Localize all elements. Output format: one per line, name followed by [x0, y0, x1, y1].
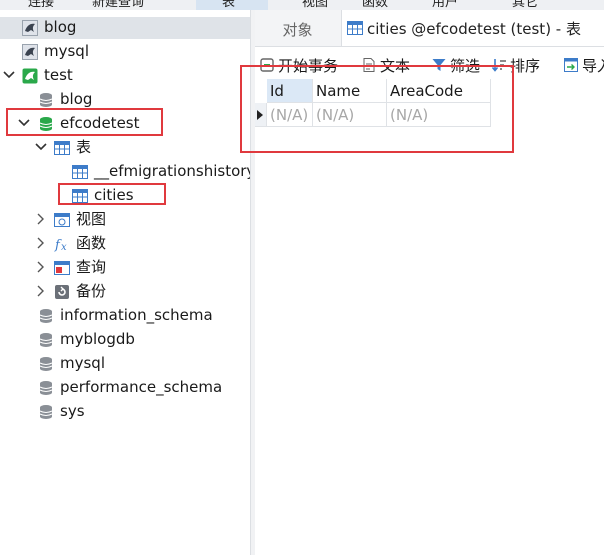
chevron-right-icon[interactable]: [34, 279, 48, 303]
tree-label: performance_schema: [60, 378, 223, 396]
menu-function[interactable]: 函数: [362, 0, 388, 10]
tree-db-sys[interactable]: sys: [38, 399, 85, 423]
tree-label: 查询: [76, 258, 107, 276]
database-icon: [38, 403, 54, 419]
tree-label: 函数: [76, 234, 107, 252]
menu-view[interactable]: 视图: [302, 0, 328, 10]
dolphin-icon: [22, 43, 38, 60]
tree-table-efmigrationshistory[interactable]: __efmigrationshistory: [72, 159, 255, 183]
tree-conn-mysql[interactable]: mysql: [22, 39, 89, 63]
annotation-box-grid: [240, 65, 514, 153]
tree-db-mysql[interactable]: mysql: [38, 351, 105, 375]
dolphin-green-icon: [22, 67, 38, 84]
database-icon: [38, 307, 54, 323]
import-icon: [563, 57, 579, 73]
query-icon: [54, 259, 70, 275]
tree-label: 备份: [76, 282, 107, 300]
top-menu-bar: 连接 新建查询 表 视图 函数 用户 其它: [0, 0, 604, 10]
tree-db-myblogdb[interactable]: myblogdb: [38, 327, 135, 351]
table-icon: [54, 139, 70, 155]
chevron-down-icon[interactable]: [2, 63, 16, 87]
svg-text:x: x: [61, 242, 67, 252]
tree-label: information_schema: [60, 306, 213, 324]
tree-folder-functions[interactable]: fx 函数: [54, 231, 106, 255]
tree-label: mysql: [44, 42, 89, 60]
tab-objects[interactable]: 对象: [255, 10, 340, 46]
tree-db-performance-schema[interactable]: performance_schema: [38, 375, 222, 399]
chevron-down-icon[interactable]: [34, 135, 48, 159]
tree-label: 视图: [76, 210, 107, 228]
tree-db-information-schema[interactable]: information_schema: [38, 303, 213, 327]
backup-icon: [54, 283, 70, 299]
tab-title: cities @efcodetest (test) - 表: [367, 19, 581, 38]
tree-label: sys: [60, 402, 85, 420]
tab-bar: 对象 cities @efcodetest (test) - 表: [255, 10, 604, 47]
dolphin-icon: [22, 19, 38, 36]
function-icon: fx: [54, 235, 70, 253]
tree-label: __efmigrationshistory: [94, 162, 256, 180]
annotation-box-cities: [58, 183, 166, 205]
menu-user[interactable]: 用户: [432, 0, 458, 10]
tab-cities-table[interactable]: cities @efcodetest (test) - 表: [341, 10, 604, 46]
tree-label: test: [44, 66, 73, 84]
tree-folder-backups[interactable]: 备份: [54, 279, 106, 303]
database-icon: [38, 379, 54, 395]
tree-label: 表: [76, 138, 92, 156]
menu-connect[interactable]: 连接: [28, 0, 54, 10]
tree-folder-views[interactable]: 视图: [54, 207, 106, 231]
table-icon: [72, 163, 88, 179]
view-icon: [54, 211, 70, 227]
import-button[interactable]: 导入: [563, 52, 604, 78]
tree-label: myblogdb: [60, 330, 135, 348]
chevron-right-icon[interactable]: [34, 255, 48, 279]
tree-folder-queries[interactable]: 查询: [54, 255, 106, 279]
database-icon: [38, 355, 54, 371]
navigation-tree: blog mysql test blog efcodetest 表 __efmi…: [0, 10, 255, 555]
tree-label: blog: [44, 18, 77, 36]
tree-conn-test[interactable]: test: [22, 63, 73, 87]
database-icon: [38, 91, 54, 107]
chevron-right-icon[interactable]: [34, 231, 48, 255]
menu-new-query[interactable]: 新建查询: [92, 0, 144, 10]
tree-label: mysql: [60, 354, 105, 372]
annotation-box-efcodetest: [6, 108, 163, 136]
menu-other[interactable]: 其它: [512, 0, 538, 10]
tree-folder-tables[interactable]: 表: [54, 135, 91, 159]
tree-conn-blog[interactable]: blog: [22, 15, 76, 39]
chevron-right-icon[interactable]: [34, 207, 48, 231]
menu-table[interactable]: 表: [222, 0, 235, 10]
database-icon: [38, 331, 54, 347]
table-icon: [347, 20, 363, 36]
